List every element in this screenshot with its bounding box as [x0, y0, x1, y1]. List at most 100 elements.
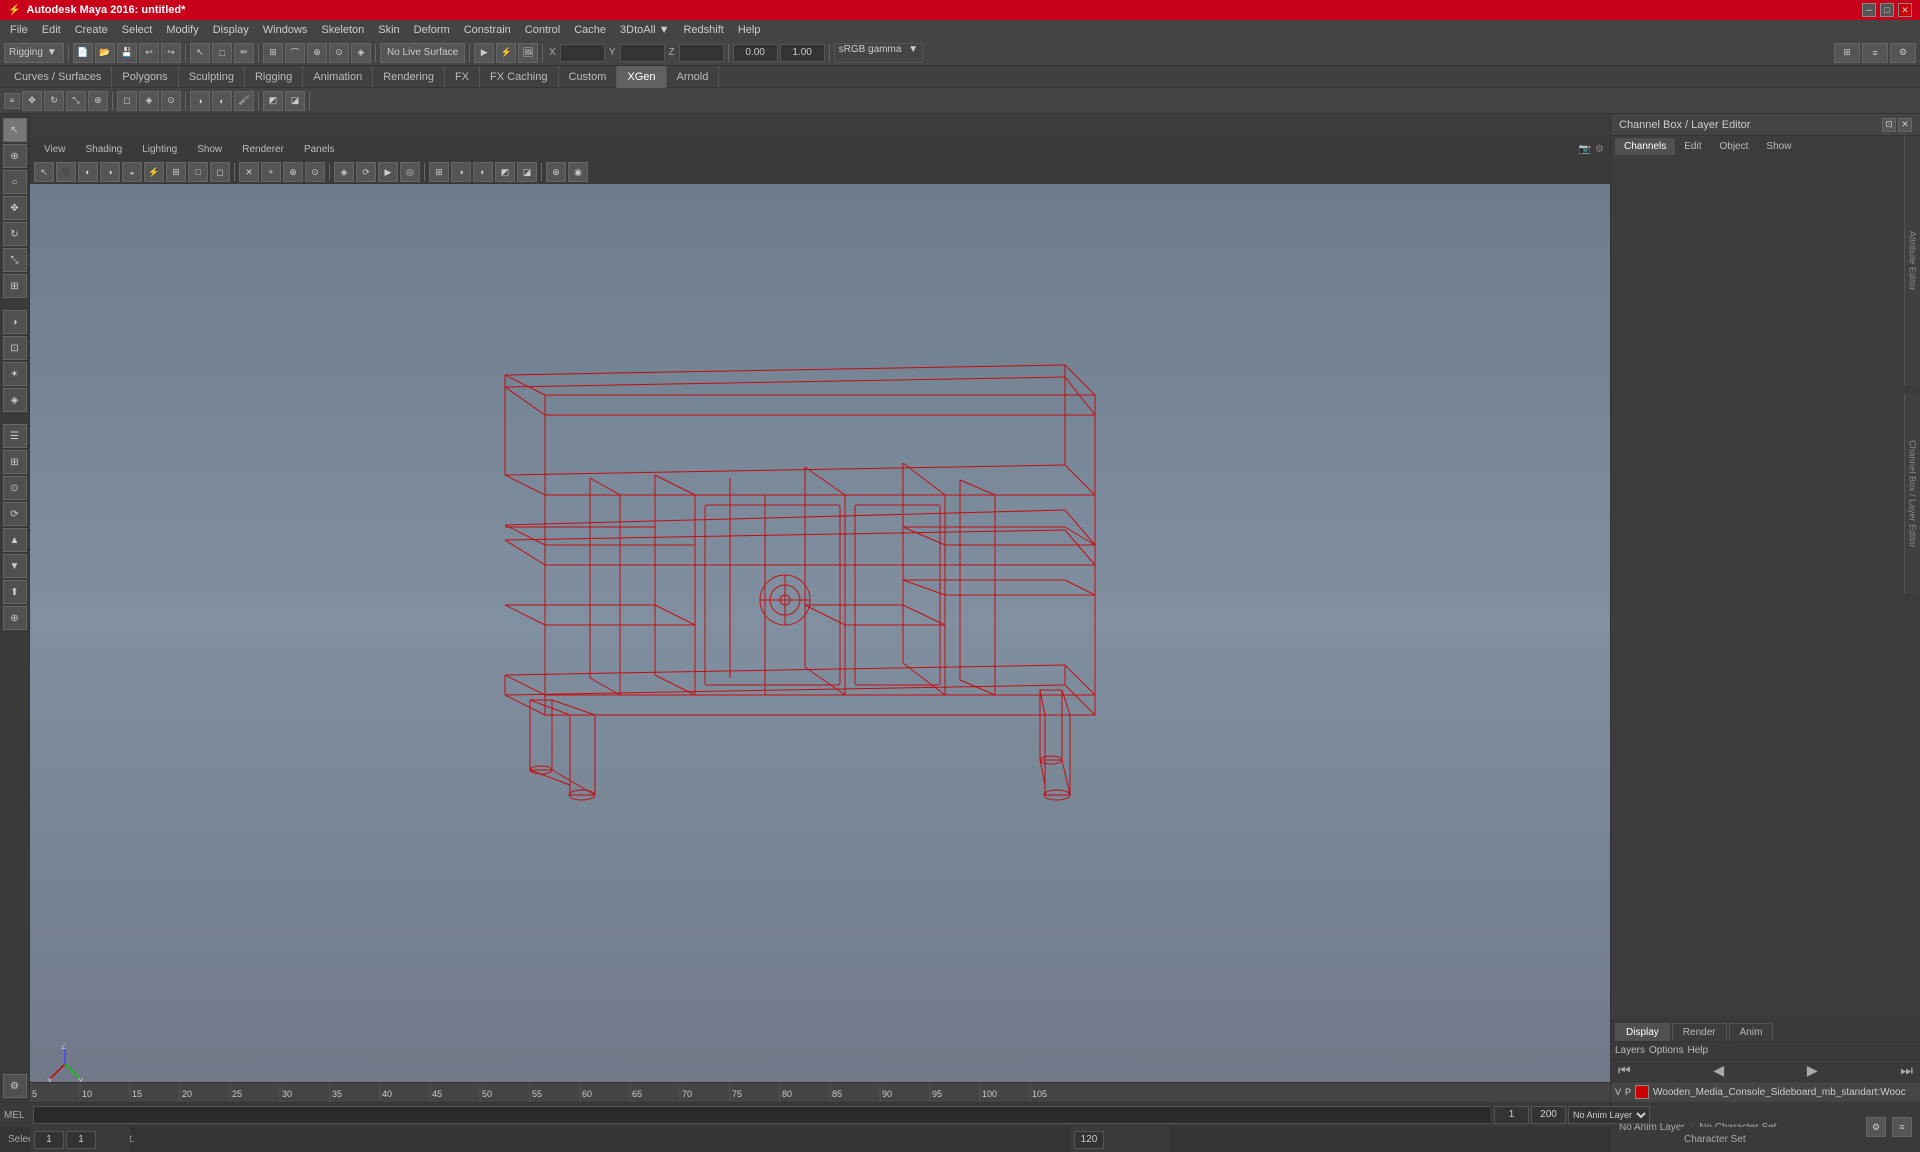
tool-view-up[interactable]: ⬆: [3, 580, 27, 604]
tab-arnold[interactable]: Arnold: [667, 66, 720, 88]
dr-tab-render[interactable]: Render: [1672, 1023, 1727, 1041]
snap-surface-btn[interactable]: ◈: [351, 43, 371, 63]
minimize-button[interactable]: ─: [1862, 3, 1876, 17]
tool-lasso[interactable]: ○: [3, 170, 27, 194]
display-render-btn[interactable]: 🖼: [518, 43, 538, 63]
vp-icon-1[interactable]: ↖: [34, 162, 54, 182]
icon-select-all[interactable]: ◻: [117, 91, 137, 111]
vp-icon-24[interactable]: ◉: [568, 162, 588, 182]
undo-btn[interactable]: ↩: [139, 43, 159, 63]
vp-tab-lighting[interactable]: Lighting: [134, 142, 185, 157]
icon-rotate[interactable]: ↻: [44, 91, 64, 111]
panel-close-btn[interactable]: ✕: [1898, 118, 1912, 132]
render-btn[interactable]: ▶: [474, 43, 494, 63]
ipr-btn[interactable]: ⚡: [496, 43, 516, 63]
tool-joint[interactable]: ◈: [3, 388, 27, 412]
vp-icon-gear[interactable]: ⚙: [1595, 144, 1604, 155]
tab-show[interactable]: Show: [1757, 138, 1800, 155]
char-set-btn[interactable]: ⚙: [1866, 1117, 1886, 1137]
tool-move[interactable]: ✥: [3, 196, 27, 220]
tool-bottom[interactable]: ⚙: [3, 1074, 27, 1098]
tool-settings-btn[interactable]: ⚙: [1890, 43, 1916, 63]
tab-polygons[interactable]: Polygons: [112, 66, 178, 88]
tool-rotate[interactable]: ↻: [3, 222, 27, 246]
range-end-input[interactable]: [1531, 1106, 1566, 1124]
z-input[interactable]: [679, 44, 724, 62]
layer-color-swatch[interactable]: [1635, 1085, 1649, 1099]
x-input[interactable]: [560, 44, 605, 62]
tab-fx[interactable]: FX: [445, 66, 480, 88]
menu-3dtool[interactable]: 3DtoAll ▼: [614, 22, 675, 38]
vp-icon-3[interactable]: ◐: [78, 162, 98, 182]
tab-curves-surfaces[interactable]: Curves / Surfaces: [4, 66, 112, 88]
maximize-button[interactable]: □: [1880, 3, 1894, 17]
layers-tab[interactable]: Layers: [1615, 1045, 1645, 1056]
icon-soft[interactable]: ◑: [190, 91, 210, 111]
title-bar-controls[interactable]: ─ □ ✕: [1862, 3, 1912, 17]
tab-edit[interactable]: Edit: [1675, 138, 1710, 155]
menu-cache[interactable]: Cache: [568, 22, 612, 38]
tool-grid[interactable]: ⊞: [3, 450, 27, 474]
menu-skeleton[interactable]: Skeleton: [315, 22, 370, 38]
icon-smooth[interactable]: ◐: [212, 91, 232, 111]
menu-control[interactable]: Control: [519, 22, 566, 38]
mel-input[interactable]: [33, 1106, 1594, 1124]
layer-nav-first[interactable]: ⏮: [1615, 1062, 1634, 1079]
vp-icon-11[interactable]: +: [261, 162, 281, 182]
icon-toggle[interactable]: ≡: [4, 93, 20, 109]
help-tab[interactable]: Help: [1687, 1045, 1708, 1056]
anim-start-input[interactable]: [34, 1131, 64, 1149]
menu-modify[interactable]: Modify: [160, 22, 204, 38]
tool-scale[interactable]: ⤡: [3, 248, 27, 272]
tool-down[interactable]: ▼: [3, 554, 27, 578]
vp-tab-renderer[interactable]: Renderer: [234, 142, 292, 157]
layer-mode-btn[interactable]: ≡: [1892, 1117, 1912, 1137]
select-tool-btn[interactable]: ↖: [190, 43, 210, 63]
tool-cluster[interactable]: ✶: [3, 362, 27, 386]
menu-help[interactable]: Help: [732, 22, 767, 38]
tab-rendering[interactable]: Rendering: [373, 66, 445, 88]
vp-icon-camera[interactable]: 📷: [1579, 144, 1591, 155]
viewport[interactable]: View Shading Lighting Show Renderer Pane…: [30, 138, 1610, 1102]
close-button[interactable]: ✕: [1898, 3, 1912, 17]
rigging-dropdown[interactable]: Rigging ▼: [4, 43, 64, 63]
menu-skin[interactable]: Skin: [372, 22, 405, 38]
tab-xgen[interactable]: XGen: [617, 66, 666, 88]
snap-curve-btn[interactable]: ⌒: [285, 43, 305, 63]
range-start-input[interactable]: [1494, 1106, 1529, 1124]
dr-tab-anim[interactable]: Anim: [1729, 1023, 1774, 1041]
icon-isolate[interactable]: ◪: [285, 91, 305, 111]
options-tab[interactable]: Options: [1649, 1045, 1683, 1056]
vp-icon-12[interactable]: ⊕: [283, 162, 303, 182]
tool-show-manip[interactable]: ☰: [3, 424, 27, 448]
y-input[interactable]: [620, 44, 665, 62]
tab-fx-caching[interactable]: FX Caching: [480, 66, 558, 88]
icon-paint[interactable]: 🖌: [234, 91, 254, 111]
timeline[interactable]: 5 10 15 20 25 30 35 40 45 50 55 60 65 70…: [30, 1082, 1610, 1102]
attr-editor-btn[interactable]: ≡: [1862, 43, 1888, 63]
tool-snap-tog[interactable]: ⊙: [3, 476, 27, 500]
vp-icon-18[interactable]: ⊞: [429, 162, 449, 182]
menu-redshift[interactable]: Redshift: [677, 22, 729, 38]
vp-icon-13[interactable]: ⊙: [305, 162, 325, 182]
icon-move[interactable]: ✥: [22, 91, 42, 111]
snap-point-btn[interactable]: ⊕: [307, 43, 327, 63]
icon-transform[interactable]: ⊕: [88, 91, 108, 111]
icon-pivot[interactable]: ⊙: [161, 91, 181, 111]
vp-icon-4[interactable]: ◑: [100, 162, 120, 182]
menu-windows[interactable]: Windows: [257, 22, 314, 38]
timeline-inner[interactable]: 5 10 15 20 25 30 35 40 45 50 55 60 65 70…: [30, 1083, 1610, 1102]
tool-select-loop[interactable]: ⊕: [3, 144, 27, 168]
tab-custom[interactable]: Custom: [559, 66, 618, 88]
tab-sculpting[interactable]: Sculpting: [179, 66, 245, 88]
icon-scale[interactable]: ⤡: [66, 91, 86, 111]
lasso-btn[interactable]: ✏: [234, 43, 254, 63]
vp-icon-16[interactable]: ▶: [378, 162, 398, 182]
anim-layer-select[interactable]: No Anim Layer: [1568, 1106, 1650, 1124]
menu-select[interactable]: Select: [116, 22, 159, 38]
menu-constrain[interactable]: Constrain: [458, 22, 517, 38]
icon-xray[interactable]: ◩: [263, 91, 283, 111]
layer-nav-next[interactable]: ▶: [1804, 1062, 1821, 1079]
tab-object[interactable]: Object: [1711, 138, 1758, 155]
vp-tab-panels[interactable]: Panels: [296, 142, 343, 157]
